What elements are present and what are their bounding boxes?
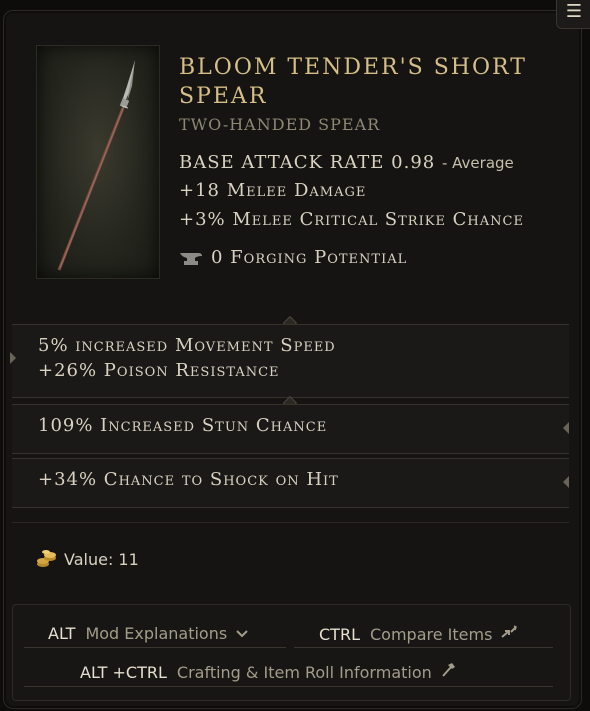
hammer-icon: [440, 662, 456, 682]
affix-shock-chance: +34% Chance to Shock on Hit: [38, 469, 339, 490]
implicit-crit-chance: +3% Melee Critical Strike Chance: [179, 209, 524, 230]
hint-underline: [24, 686, 553, 687]
implicit-melee-damage: +18 Melee Damage: [179, 180, 367, 201]
chevron-down-icon: [235, 624, 249, 643]
base-attack-rate-label: BASE ATTACK RATE 0.98: [179, 152, 436, 173]
divider: [12, 522, 569, 523]
spear-icon: [57, 60, 135, 271]
tier-marker-left: [10, 352, 16, 364]
value-label: Value: 11: [64, 549, 139, 569]
hint-mod-explanations[interactable]: ALT Mod Explanations: [48, 624, 249, 643]
hint-underline: [24, 647, 286, 648]
compare-arrows-icon: [500, 624, 518, 644]
hint-desc: Compare Items: [369, 624, 493, 644]
item-image: [36, 45, 160, 279]
hint-key: CTRL: [319, 624, 360, 644]
hint-desc: Mod Explanations: [85, 624, 228, 643]
hint-desc: Crafting & Item Roll Information: [176, 662, 432, 682]
affix-stun-chance: 109% Increased Stun Chance: [38, 415, 328, 436]
item-name: BLOOM TENDER'S SHORT SPEAR: [179, 55, 527, 109]
affix-movement-speed: 5% increased Movement Speed: [38, 335, 336, 356]
anvil-icon: [180, 252, 202, 265]
hint-crafting-info[interactable]: ALT +CTRL Crafting & Item Roll Informati…: [80, 662, 456, 682]
attack-rate-rating: - Average: [441, 154, 514, 172]
hint-underline: [294, 647, 553, 648]
base-attack-rate: BASE ATTACK RATE 0.98 - Average: [179, 152, 514, 173]
hamburger-icon[interactable]: ☰: [556, 0, 590, 29]
gold-coins-icon: [37, 550, 56, 567]
forging-potential: 0 Forging Potential: [179, 247, 407, 268]
hint-compare-items[interactable]: CTRL Compare Items: [319, 624, 518, 644]
hint-key: ALT: [48, 624, 76, 643]
item-type: TWO-HANDED SPEAR: [179, 115, 381, 134]
forging-potential-label: 0 Forging Potential: [211, 247, 408, 268]
tier-marker-right: [563, 476, 569, 488]
affix-poison-resistance: +26% Poison Resistance: [38, 360, 280, 381]
item-value: Value: 11: [36, 549, 139, 569]
hint-key: ALT +CTRL: [80, 662, 167, 682]
tier-marker-right: [563, 422, 569, 434]
